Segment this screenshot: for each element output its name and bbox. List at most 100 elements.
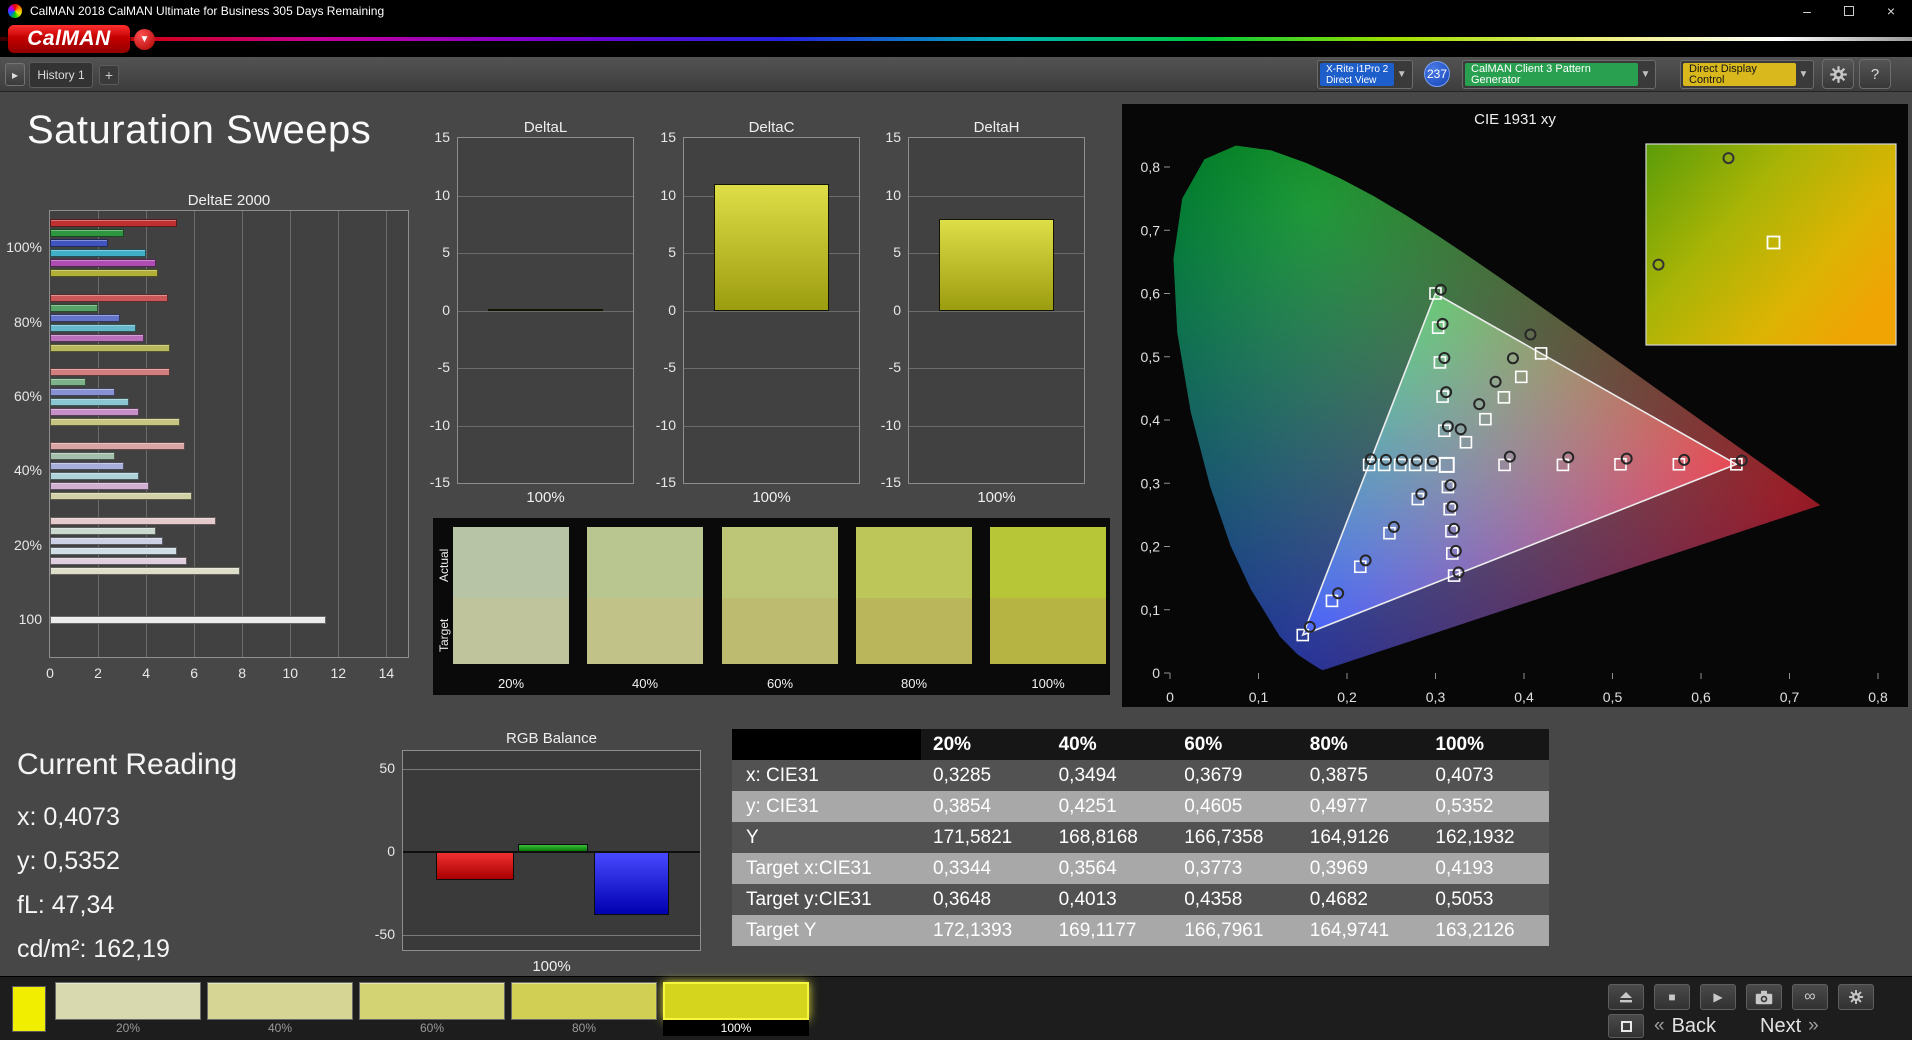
measured-point [1434,283,1447,296]
delta-gridline [684,310,859,312]
minimize-button[interactable]: – [1786,0,1828,22]
measured-point [1332,587,1345,600]
camera-button[interactable] [1746,984,1782,1010]
delta-y-tick-label: -10 [655,416,676,433]
deltae-group-label: 40% [13,462,42,479]
deltae-group-label: 100 [18,610,42,627]
target-swatch [856,598,972,664]
delta-y-tick-label: 5 [668,244,676,260]
swatch-label: 80% [900,676,928,691]
cie-y-tick-label: 0,1 [1141,602,1161,618]
measured-point [1364,453,1377,466]
rgb-gridline [403,935,700,937]
pattern-swatch-button[interactable]: 40% [207,982,353,1036]
swatch-color [663,982,809,1020]
chevron-left-icon: « [1654,1015,1665,1036]
deltae-x-tick-label: 4 [142,665,150,681]
eject-button[interactable] [1608,984,1644,1010]
calman-window: CalMAN 2018 CalMAN Ultimate for Business… [0,0,1912,1040]
pattern-swatch-button[interactable]: 80% [511,982,657,1036]
maximize-button[interactable] [1828,0,1870,22]
pattern-swatch-button[interactable]: 100% [663,982,809,1036]
deltae-bar [50,482,149,491]
deltae-bar [50,462,125,471]
deltae-bar [50,615,327,624]
measured-point [1448,522,1461,535]
next-button[interactable]: Next » [1760,1015,1819,1038]
loop-button[interactable]: ∞ [1792,984,1828,1010]
table-header-cell: 80% [1309,733,1348,755]
measured-point [1503,450,1516,463]
delta-y-tick-label: 10 [885,186,901,203]
gear-button[interactable] [1822,59,1854,89]
navigation-controls: « Back Next » [1608,1014,1819,1038]
tab-history[interactable]: History 1 [29,62,93,88]
table-cell: 0,3854 [933,795,992,817]
measured-point [1506,352,1519,365]
rgb-bar-blue [594,852,669,916]
settings-button[interactable] [1838,984,1874,1010]
brand-logo[interactable]: CalMAN [8,25,130,53]
layout-button[interactable] [1608,1014,1644,1038]
help-button[interactable]: ? [1859,59,1891,89]
display-dropdown[interactable]: Direct Display Control ▼ [1680,60,1814,89]
pattern-swatch-button[interactable]: 60% [359,982,505,1036]
maximize-icon [1844,6,1854,16]
deltae-bar [50,516,216,525]
table-cell: 0,3773 [1184,857,1243,879]
table-cell: 0,3344 [933,857,992,879]
rgb-bar-red [436,852,514,881]
deltae-bar [50,219,178,228]
eject-icon [1620,991,1632,1002]
delta-gridline [458,195,633,197]
measured-point [1562,451,1575,464]
measured-point [1438,352,1451,365]
meter-dropdown[interactable]: X-Rite i1Pro 2 Direct View ▼ [1317,60,1413,89]
rgb-plot: 50 0 -50 [375,750,701,951]
cie-diagram: 0 0,1 0,2 0,3 0,4 0,5 0,6 0,7 0,8 0 0,1 0,2 0,3 0,4 0,… [1141,143,1897,705]
table-cell: 164,9126 [1309,826,1390,848]
stop-icon: ■ [1668,990,1676,1004]
chevron-down-icon: ▼ [1640,69,1651,80]
play-button[interactable]: ▶ [1700,984,1736,1010]
deltah-plot: 15 10 5 0 -5 -10 -15 [881,129,1085,490]
saturation-swatch-column: 40% [587,527,703,691]
table-corner-cell [732,729,921,760]
cie-panel: CIE 1931 xy 0 0,1 0,2 0,3 0,4 0,5 0,6 0,7 0,8 0 0,… [1122,104,1908,707]
cie-y-tick-label: 0,8 [1141,159,1161,175]
camera-icon [1755,990,1773,1004]
reading-fl: fL: 47,34 [17,891,115,919]
table-cell: 168,8168 [1058,826,1138,848]
table-cell: 0,4682 [1309,888,1368,910]
delta-bar [714,184,829,311]
measured-point [1620,452,1633,465]
next-label: Next [1760,1014,1802,1037]
back-button[interactable]: « Back [1654,1015,1716,1038]
stop-button[interactable]: ■ [1654,984,1690,1010]
cie-x-tick-label: 0,5 [1603,689,1623,705]
deltae-bar [50,397,130,406]
deltae-x-tick-label: 0 [46,665,54,681]
target-row-label: Target [437,618,451,652]
swatch-color [511,982,657,1020]
swatch-label: 40% [631,676,659,691]
table-cell: 0,3679 [1184,764,1243,786]
actual-swatch [990,527,1106,598]
deltae-chart-title: DeltaE 2000 [187,192,271,209]
table-row-label: Target Y [746,919,817,941]
close-button[interactable]: × [1870,0,1912,22]
delta-y-tick-label: -15 [655,474,676,490]
swatch-caption: 80% [571,1021,597,1035]
panel-expand-button[interactable]: ▸ [5,63,25,86]
delta-gridline [458,368,633,369]
pattern-dropdown[interactable]: CalMAN Client 3 Pattern Generator ▼ [1462,60,1656,89]
deltae-x-tick-label: 8 [238,665,247,681]
reading-x: x: 0,4073 [17,803,120,831]
add-tab-button[interactable]: + [99,65,119,85]
delta-y-tick-label: -10 [880,416,901,433]
brand-dropdown-button[interactable]: ▼ [134,29,155,50]
cie-x-tick-label: 0 [1166,689,1174,705]
meter-label: X-Rite i1Pro 2 Direct View [1320,63,1395,86]
pattern-swatch-button[interactable]: 20% [55,982,201,1036]
measured-point [1473,398,1486,411]
